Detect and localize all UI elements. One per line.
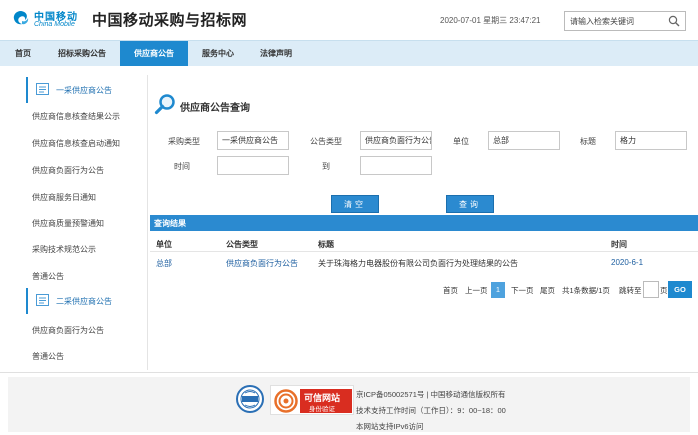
document-icon (36, 83, 49, 95)
pagination: 首页 上一页 1 下一页 尾页 共1条数据/1页 跳转至 页 GO (150, 281, 698, 299)
china-mobile-logo[interactable]: 中国移动 China Mobile (12, 6, 86, 32)
table-header-divider (150, 251, 698, 252)
header-search (564, 11, 686, 31)
label-unit: 单位 (453, 137, 469, 146)
document-icon (36, 294, 49, 306)
nav-home[interactable]: 首页 (4, 41, 42, 66)
column-header-type: 公告类型 (226, 240, 258, 249)
sidebar-group-label: 一采供应商公告 (56, 86, 112, 95)
footer-support-hours: 技术支持工作时间（工作日）：9：00~18：00 (356, 406, 506, 415)
row-time: 2020-6-1 (611, 258, 644, 267)
logo-text-en: China Mobile (34, 21, 75, 28)
row-unit[interactable]: 总部 (156, 258, 172, 269)
pager-summary: 共1条数据/1页 (562, 286, 610, 295)
pager-last[interactable]: 尾页 (540, 285, 555, 296)
pager-first[interactable]: 首页 (443, 285, 458, 296)
footer: 可信网站 身份验证 京ICP备05002571号 | 中国移动通信版权所有 技术… (8, 377, 690, 432)
purchase-type-field[interactable]: 一采供应商公告 (217, 131, 289, 150)
sidebar-group-label: 二采供应商公告 (56, 297, 112, 306)
label-notice-type: 公告类型 (310, 137, 342, 146)
column-header-subject: 标题 (318, 240, 334, 249)
sidebar-item-negative-behavior-2[interactable]: 供应商负面行为公告 (32, 325, 104, 336)
notice-type-field[interactable]: 供应商负面行为公告 (360, 131, 432, 150)
sidebar-item-negative-behavior[interactable]: 供应商负面行为公告 (32, 165, 104, 176)
nav-supplier-notices[interactable]: 供应商公告 (120, 41, 188, 66)
search-input[interactable] (565, 12, 665, 30)
time-to-field[interactable] (360, 156, 432, 175)
page-title: 供应商公告查询 (180, 103, 250, 114)
sidebar-item-tech-spec[interactable]: 采购技术规范公示 (32, 244, 96, 255)
trusted-site-label-box: 可信网站 身份验证 (300, 389, 352, 413)
china-mobile-logo-icon (13, 11, 29, 25)
site-title: 中国移动采购与招标网 (92, 12, 248, 29)
header: 中国移动 China Mobile 中国移动采购与招标网 2020-07-01 … (0, 0, 698, 40)
row-type[interactable]: 供应商负面行为公告 (226, 258, 298, 269)
main-content: 供应商公告查询 采购类型 一采供应商公告 公告类型 供应商负面行为公告 单位 总… (150, 75, 698, 370)
sidebar-item-quality-warning[interactable]: 供应商质量预警通知 (32, 218, 104, 229)
results-title: 查询结果 (154, 219, 186, 228)
datetime-display: 2020-07-01 星期三 23:47:21 (440, 16, 541, 25)
pager-page-unit: 页 (660, 286, 668, 295)
page-jump-input[interactable] (643, 281, 659, 298)
label-time: 时间 (174, 162, 190, 171)
sidebar-item-verification-results[interactable]: 供应商信息核查结果公示 (32, 111, 120, 122)
pager-current-page[interactable]: 1 (491, 282, 505, 298)
label-purchase-type: 采购类型 (168, 137, 200, 146)
results-header-bar: 查询结果 (150, 215, 698, 231)
time-from-field[interactable] (217, 156, 289, 175)
cbis-badge-icon[interactable] (236, 385, 264, 413)
sidebar: 一采供应商公告 供应商信息核查结果公示 供应商信息核查启动通知 供应商负面行为公… (8, 75, 148, 370)
sidebar-item-service-day[interactable]: 供应商服务日通知 (32, 192, 96, 203)
column-header-unit: 单位 (156, 240, 172, 249)
subject-field[interactable]: 格力 (615, 131, 687, 150)
search-icon[interactable] (668, 15, 680, 27)
main-nav: 首页 招标采购公告 供应商公告 服务中心 法律声明 (0, 40, 698, 66)
nav-legal[interactable]: 法律声明 (248, 41, 304, 66)
trusted-site-swirl-icon (274, 389, 298, 413)
sidebar-group-second-purchase[interactable]: 二采供应商公告 (26, 288, 138, 314)
pager-jump-label: 跳转至 (619, 286, 642, 295)
row-subject-link[interactable]: 关于珠海格力电器股份有限公司负面行为处理结果的公告 (318, 258, 518, 269)
pager-next[interactable]: 下一页 (511, 285, 534, 296)
footer-ipv6: 本网站支持IPv6访问 (356, 422, 424, 431)
sidebar-item-general[interactable]: 普通公告 (32, 271, 64, 282)
trusted-site-subtitle: 身份验证 (309, 406, 335, 413)
nav-tender-notices[interactable]: 招标采购公告 (46, 41, 118, 66)
label-to: 到 (322, 162, 330, 171)
footer-icp: 京ICP备05002571号 | 中国移动通信版权所有 (356, 390, 506, 399)
pager-prev[interactable]: 上一页 (465, 285, 488, 296)
sidebar-item-general-2[interactable]: 普通公告 (32, 351, 64, 362)
unit-field[interactable]: 总部 (488, 131, 560, 150)
go-button[interactable]: GO (668, 281, 692, 298)
sidebar-group-first-purchase[interactable]: 一采供应商公告 (26, 77, 138, 103)
nav-service-center[interactable]: 服务中心 (190, 41, 246, 66)
magnifier-icon (154, 94, 175, 115)
footer-divider (0, 372, 698, 373)
column-header-time: 时间 (611, 240, 627, 249)
trusted-site-badge[interactable]: 可信网站 身份验证 (270, 385, 354, 415)
clear-button[interactable]: 清空 (331, 195, 379, 213)
label-subject: 标题 (580, 137, 596, 146)
sidebar-item-verification-start[interactable]: 供应商信息核查启动通知 (32, 138, 120, 149)
search-button[interactable]: 查询 (446, 195, 494, 213)
